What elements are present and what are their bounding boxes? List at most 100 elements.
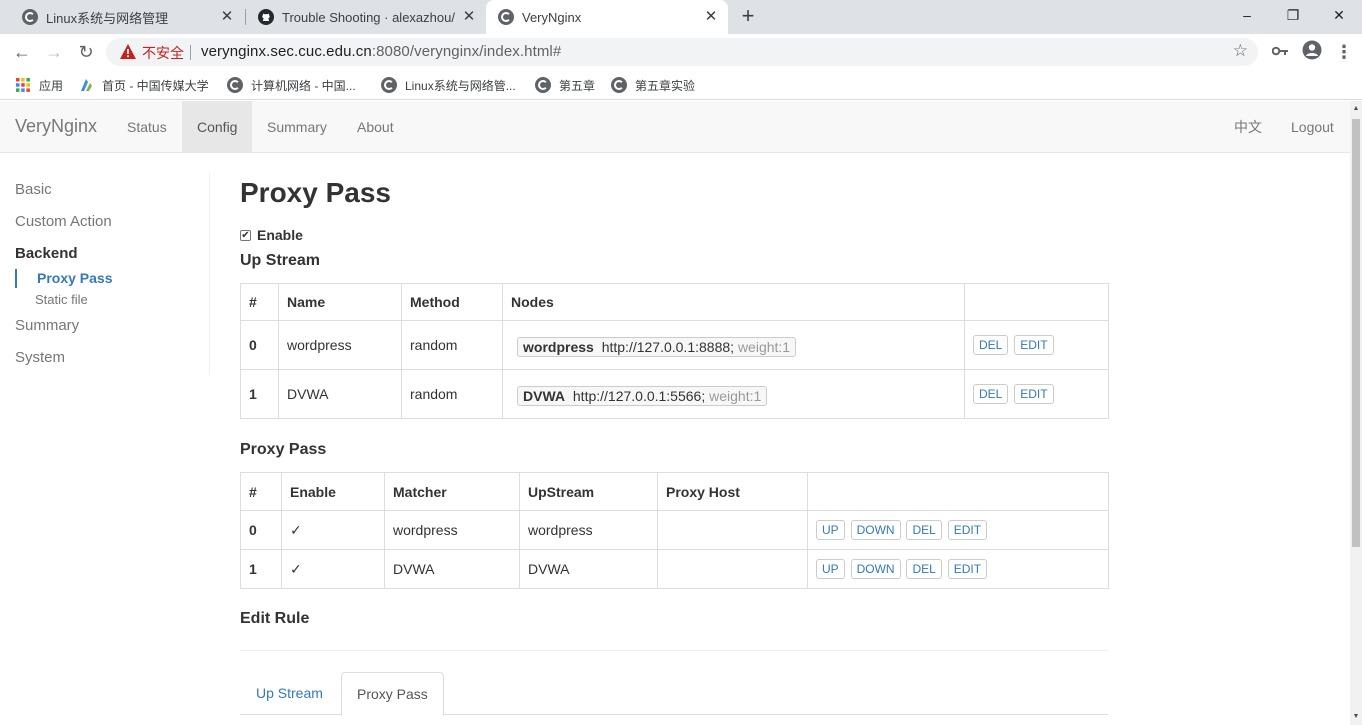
browser-tab-title: VeryNginx [522,9,582,25]
row-actions: DEL EDIT [964,369,1109,419]
node-weight: weight:1 [737,339,791,355]
globe-icon [227,77,243,93]
bookmark-chapter5[interactable]: 第五章 [535,76,595,94]
address-divider [190,45,191,60]
nav-language[interactable]: 中文 [1219,101,1277,153]
tab-up-stream[interactable]: Up Stream [241,672,338,715]
node-name: DVWA [523,388,565,404]
reload-icon[interactable]: ↻ [72,38,100,66]
edit-button[interactable]: EDIT [947,520,988,540]
nav-config[interactable]: Config [182,101,253,153]
col-actions [807,472,1109,511]
del-button[interactable]: DEL [973,384,1009,404]
minimize-button[interactable]: – [1224,0,1270,30]
back-arrow-icon[interactable]: ← [8,38,36,66]
col-actions [964,283,1109,321]
sidebar-item-backend[interactable]: Backend [15,245,78,262]
upstream-name: wordpress [278,320,402,370]
security-label[interactable]: 不安全 [142,43,184,63]
browser-tab-trouble-shooting[interactable]: Trouble Shooting · alexazhou/ ✕ [246,0,486,34]
row-actions: UP DOWN DEL EDIT [807,510,1109,550]
nav-summary[interactable]: Summary [252,101,342,153]
del-button[interactable]: DEL [973,335,1009,355]
rule-proxy-host [657,510,808,550]
browser-tab-verynginx[interactable]: VeryNginx ✕ [486,0,728,34]
globe-icon [535,77,551,93]
nav-about[interactable]: About [342,101,409,153]
close-tab-icon[interactable]: ✕ [460,8,478,26]
close-tab-icon[interactable]: ✕ [218,8,236,26]
key-icon[interactable] [1268,40,1292,64]
edit-button[interactable]: EDIT [947,559,988,579]
row-index: 0 [240,510,282,550]
scroll-up-icon[interactable]: ▲ [1350,103,1362,115]
col-index: # [240,283,279,321]
node-address: http://127.0.0.1:5566; [572,388,706,404]
row-index: 0 [240,320,279,370]
sidebar-item-static-file[interactable]: Static file [15,292,88,307]
sidebar-item-proxy-pass[interactable]: Proxy Pass [15,269,113,288]
col-nodes: Nodes [502,283,965,321]
bookmark-cuc[interactable]: 首页 - 中国传媒大学 [78,76,209,94]
bookmark-linux[interactable]: Linux系统与网络管... [381,76,516,94]
menu-dots-icon[interactable]: ⋮ [1332,40,1356,64]
nav-status[interactable]: Status [112,101,182,153]
browser-tab-title: Trouble Shooting · alexazhou/ [282,9,455,25]
close-window-button[interactable]: ✕ [1316,0,1362,30]
col-upstream: UpStream [519,472,658,511]
del-button[interactable]: DEL [906,559,942,579]
enable-checkbox-row[interactable]: ✔ Enable [240,227,303,243]
forward-arrow-icon[interactable]: → [40,38,68,66]
brand-logo[interactable]: VeryNginx [15,116,97,137]
browser-tab-linux[interactable]: Linux系统与网络管理 ✕ [8,0,244,34]
down-button[interactable]: DOWN [850,559,901,579]
nav-logout[interactable]: Logout [1276,101,1349,153]
close-tab-icon[interactable]: ✕ [702,8,720,26]
apps-grid-icon [16,78,30,92]
upstream-table: # Name Method Nodes 0 wordpress random w… [240,283,1109,419]
globe-icon [498,9,514,25]
node-tag: DVWA http://127.0.0.1:5566; weight:1 [517,386,768,406]
cuc-logo-icon [81,79,92,91]
edit-button[interactable]: EDIT [1014,384,1054,404]
sidebar-item-system[interactable]: System [15,349,65,366]
address-bar[interactable]: 不安全 verynginx.sec.cuc.edu.cn:8080/veryng… [106,38,1258,66]
proxy-pass-table: # Enable Matcher UpStream Proxy Host 0 ✓… [240,472,1109,589]
table-header-row: # Enable Matcher UpStream Proxy Host [240,472,1109,511]
page-scrollbar[interactable]: ▲ ▼ [1350,101,1362,725]
up-button[interactable]: UP [816,559,845,579]
rule-matcher: wordpress [384,510,520,550]
col-enable: Enable [281,472,385,511]
edit-button[interactable]: EDIT [1014,335,1054,355]
new-tab-button[interactable]: + [736,5,760,29]
top-navbar: VeryNginx Status Config Summary About 中文… [0,101,1350,153]
del-button[interactable]: DEL [906,520,942,540]
account-icon[interactable] [1300,40,1324,64]
sidebar-item-custom-action[interactable]: Custom Action [15,213,112,230]
bookmark-network[interactable]: 计算机网络 - 中国... [227,76,356,94]
bookmark-label: 首页 - 中国传媒大学 [102,78,209,93]
enable-label: Enable [257,227,303,243]
scroll-down-icon[interactable]: ▼ [1350,711,1362,723]
bookmark-star-icon[interactable]: ☆ [1233,41,1248,61]
table-header-row: # Name Method Nodes [240,283,1109,321]
globe-icon [381,77,397,93]
col-index: # [240,472,282,511]
sidebar-item-basic[interactable]: Basic [15,181,52,198]
bookmark-chapter5-lab[interactable]: 第五章实验 [611,76,695,94]
url-host: verynginx.sec.cuc.edu.cn [201,43,372,60]
tab-proxy-pass[interactable]: Proxy Pass [341,672,444,716]
bookmark-label: 第五章实验 [635,78,696,93]
url-text[interactable]: verynginx.sec.cuc.edu.cn:8080/verynginx/… [201,43,561,60]
col-proxy-host: Proxy Host [657,472,808,511]
row-index: 1 [240,369,279,419]
rule-upstream: DVWA [519,549,658,589]
sidebar-item-summary[interactable]: Summary [15,317,79,334]
scrollbar-thumb[interactable] [1352,119,1360,547]
down-button[interactable]: DOWN [850,520,901,540]
proxy-pass-heading: Proxy Pass [240,441,327,458]
up-button[interactable]: UP [816,520,845,540]
restore-button[interactable]: ❐ [1270,0,1316,30]
bookmark-apps[interactable]: 应用 [15,76,63,94]
enable-checkbox[interactable]: ✔ [240,229,251,241]
